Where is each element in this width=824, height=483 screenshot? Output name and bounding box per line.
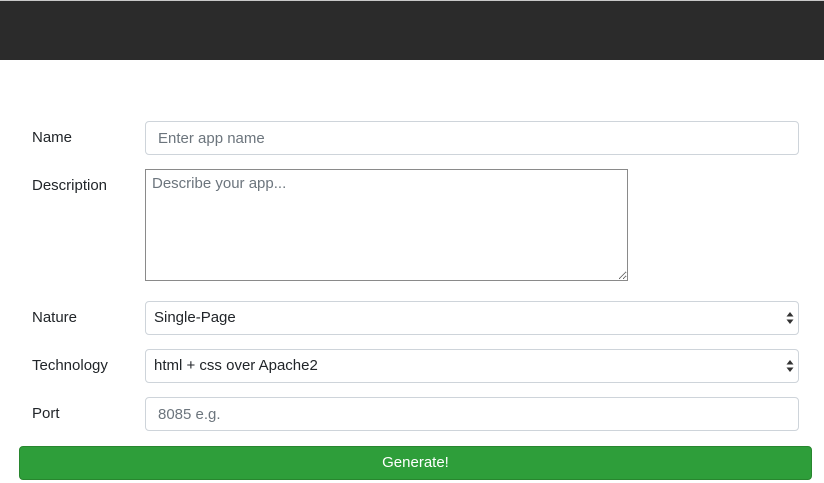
port-label: Port <box>32 405 60 422</box>
nature-label: Nature <box>32 309 78 326</box>
name-label: Name <box>32 129 73 146</box>
port-input[interactable] <box>145 397 799 431</box>
select-arrows-icon <box>786 312 794 324</box>
select-arrows-icon <box>786 360 794 372</box>
top-navbar <box>0 0 824 60</box>
name-input[interactable] <box>145 121 799 155</box>
technology-select[interactable]: html + css over Apache2 <box>145 349 799 383</box>
nature-selected-value: Single-Page <box>154 309 236 326</box>
description-label: Description <box>32 177 108 194</box>
nature-select[interactable]: Single-Page <box>145 301 799 335</box>
generate-button[interactable]: Generate! <box>19 446 812 480</box>
description-textarea[interactable] <box>145 169 628 281</box>
technology-label: Technology <box>32 357 108 374</box>
technology-selected-value: html + css over Apache2 <box>154 357 318 374</box>
